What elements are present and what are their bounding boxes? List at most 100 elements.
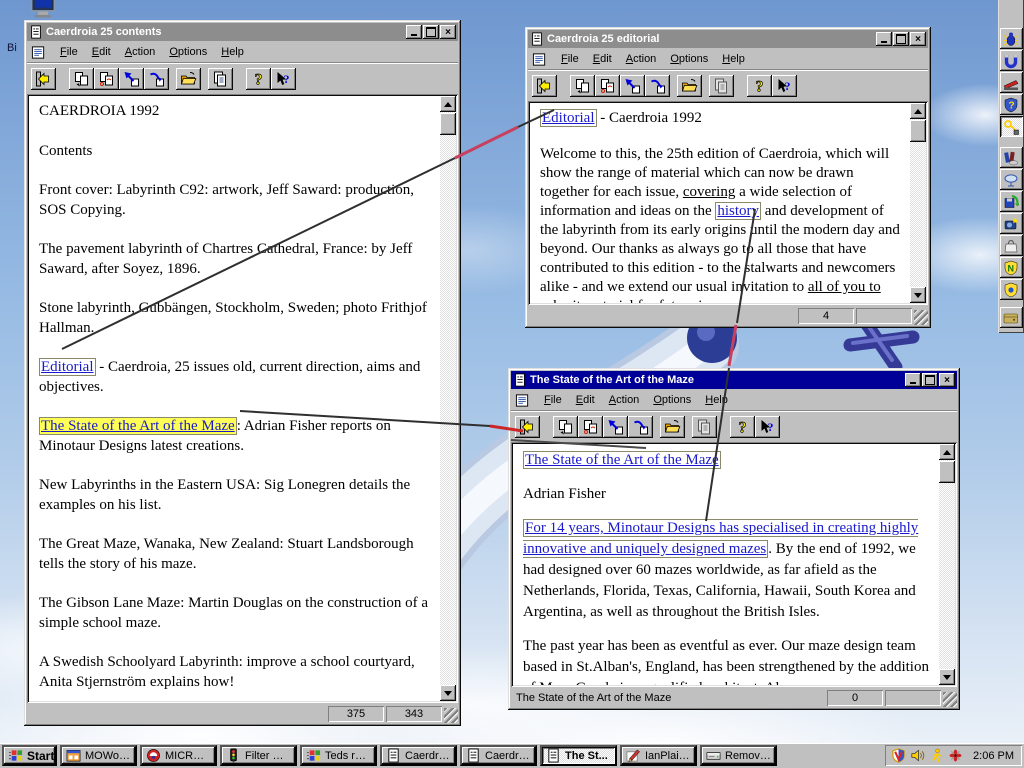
help-button[interactable]	[246, 67, 271, 90]
copy-button[interactable]	[692, 415, 717, 438]
menu-help[interactable]: Help	[715, 51, 752, 68]
link-in-button[interactable]	[144, 67, 169, 90]
copy-page-button[interactable]	[570, 74, 595, 97]
menu-file[interactable]: File	[53, 44, 85, 61]
context-help-button[interactable]	[772, 74, 797, 97]
context-help-button[interactable]	[271, 67, 296, 90]
taskbar-task-microc[interactable]: MICROC...	[140, 745, 217, 766]
bug-icon[interactable]	[999, 28, 1023, 49]
taskbar-task-ianplain[interactable]: IanPlain...	[620, 745, 697, 766]
disk-sync-icon[interactable]	[999, 191, 1023, 212]
scroll-down-button[interactable]	[440, 685, 456, 701]
open-folder-button[interactable]	[176, 67, 201, 90]
hyperlink[interactable]: The State of the Art of the Maze	[39, 417, 237, 435]
scroll-down-button[interactable]	[910, 287, 926, 303]
hyperlink[interactable]: Editorial	[39, 358, 96, 376]
menu-options[interactable]: Options	[646, 392, 698, 409]
open-folder-button[interactable]	[677, 74, 702, 97]
speaker-icon[interactable]	[910, 748, 925, 763]
help-button[interactable]	[730, 415, 755, 438]
minimize-button[interactable]	[905, 373, 921, 387]
link-out-button[interactable]	[620, 74, 645, 97]
books-disk-icon[interactable]	[999, 147, 1023, 168]
taskbar-task-caerdroia-1[interactable]: Caerdroia...	[380, 745, 457, 766]
exit-back-button[interactable]	[532, 74, 557, 97]
copy-page-button[interactable]	[553, 415, 578, 438]
minimize-button[interactable]	[406, 25, 422, 39]
bag-icon[interactable]	[999, 235, 1023, 256]
menu-file[interactable]: File	[537, 392, 569, 409]
walking-person-icon[interactable]	[929, 748, 944, 763]
copy-page-button[interactable]	[69, 67, 94, 90]
menu-edit[interactable]: Edit	[569, 392, 602, 409]
context-help-button[interactable]	[755, 415, 780, 438]
help-button[interactable]	[747, 74, 772, 97]
copy-button[interactable]	[208, 67, 233, 90]
menu-action[interactable]: Action	[602, 392, 647, 409]
minimize-button[interactable]	[876, 32, 892, 46]
open-folder-button[interactable]	[660, 415, 685, 438]
menu-edit[interactable]: Edit	[586, 51, 619, 68]
document-text[interactable]: The State of the Art of the Maze Adrian …	[513, 444, 939, 685]
scroll-thumb[interactable]	[440, 113, 456, 135]
shield-badge-icon[interactable]	[999, 279, 1023, 300]
vertical-scrollbar[interactable]	[910, 103, 926, 303]
shield-n-icon[interactable]	[999, 257, 1023, 278]
taskbar-task-moworks[interactable]: MOWorks	[60, 745, 137, 766]
paste-page-button[interactable]	[595, 74, 620, 97]
satellite-dish-icon[interactable]	[999, 169, 1023, 190]
menu-edit[interactable]: Edit	[85, 44, 118, 61]
close-button[interactable]: ×	[440, 25, 456, 39]
desktop-icon-label[interactable]: Bi	[7, 42, 17, 54]
resize-grip[interactable]	[943, 692, 957, 707]
scroll-thumb[interactable]	[910, 120, 926, 142]
titlebar[interactable]: The State of the Art of the Maze ×	[511, 371, 957, 389]
magnet-icon[interactable]	[999, 50, 1023, 71]
paste-page-button[interactable]	[578, 415, 603, 438]
menu-options[interactable]: Options	[663, 51, 715, 68]
titlebar[interactable]: Caerdroia 25 contents ×	[27, 23, 458, 41]
paste-page-button[interactable]	[94, 67, 119, 90]
link-out-button[interactable]	[119, 67, 144, 90]
maximize-button[interactable]	[922, 373, 938, 387]
menu-action[interactable]: Action	[118, 44, 163, 61]
taskbar-task-filter-manager[interactable]: Filter Man...	[220, 745, 297, 766]
scroll-up-button[interactable]	[939, 444, 955, 460]
document-text[interactable]: Editorial - Caerdroia 1992 Welcome to th…	[530, 103, 910, 303]
link-out-button[interactable]	[603, 415, 628, 438]
link-in-button[interactable]	[645, 74, 670, 97]
scroll-up-button[interactable]	[440, 96, 456, 112]
taskbar-task-removable[interactable]: Removab...	[700, 745, 777, 766]
menu-file[interactable]: File	[554, 51, 586, 68]
hyperlink[interactable]: Editorial	[540, 109, 597, 127]
resize-grip[interactable]	[914, 310, 928, 325]
document-text[interactable]: CAERDROIA 1992 Contents Front cover: Lab…	[29, 96, 440, 701]
my-computer-icon[interactable]	[28, 0, 58, 19]
resize-grip[interactable]	[444, 708, 458, 723]
menu-help[interactable]: Help	[698, 392, 735, 409]
maximize-button[interactable]	[423, 25, 439, 39]
hyperlink[interactable]: history	[715, 202, 762, 220]
exit-back-button[interactable]	[515, 415, 540, 438]
close-button[interactable]: ×	[910, 32, 926, 46]
start-button[interactable]: Start	[2, 745, 57, 766]
maximize-button[interactable]	[893, 32, 909, 46]
stapler-icon[interactable]	[999, 72, 1023, 93]
menu-options[interactable]: Options	[162, 44, 214, 61]
virus-icon[interactable]	[948, 748, 963, 763]
page-icon[interactable]	[29, 44, 48, 61]
link-in-button[interactable]	[628, 415, 653, 438]
hyperlink[interactable]: The State of the Art of the Maze	[523, 451, 721, 469]
vertical-scrollbar[interactable]	[440, 96, 456, 701]
wallet-icon[interactable]	[999, 307, 1023, 328]
scroll-thumb[interactable]	[939, 461, 955, 483]
camera-star-icon[interactable]	[999, 213, 1023, 234]
menu-action[interactable]: Action	[619, 51, 664, 68]
cable-plug-icon[interactable]	[999, 116, 1023, 137]
scroll-down-button[interactable]	[939, 669, 955, 685]
taskbar-task-teds[interactable]: Teds ren...	[300, 745, 377, 766]
exit-back-button[interactable]	[31, 67, 56, 90]
copy-button[interactable]	[709, 74, 734, 97]
menu-help[interactable]: Help	[214, 44, 251, 61]
taskbar-task-caerdroia-2[interactable]: Caerdroia...	[460, 745, 537, 766]
